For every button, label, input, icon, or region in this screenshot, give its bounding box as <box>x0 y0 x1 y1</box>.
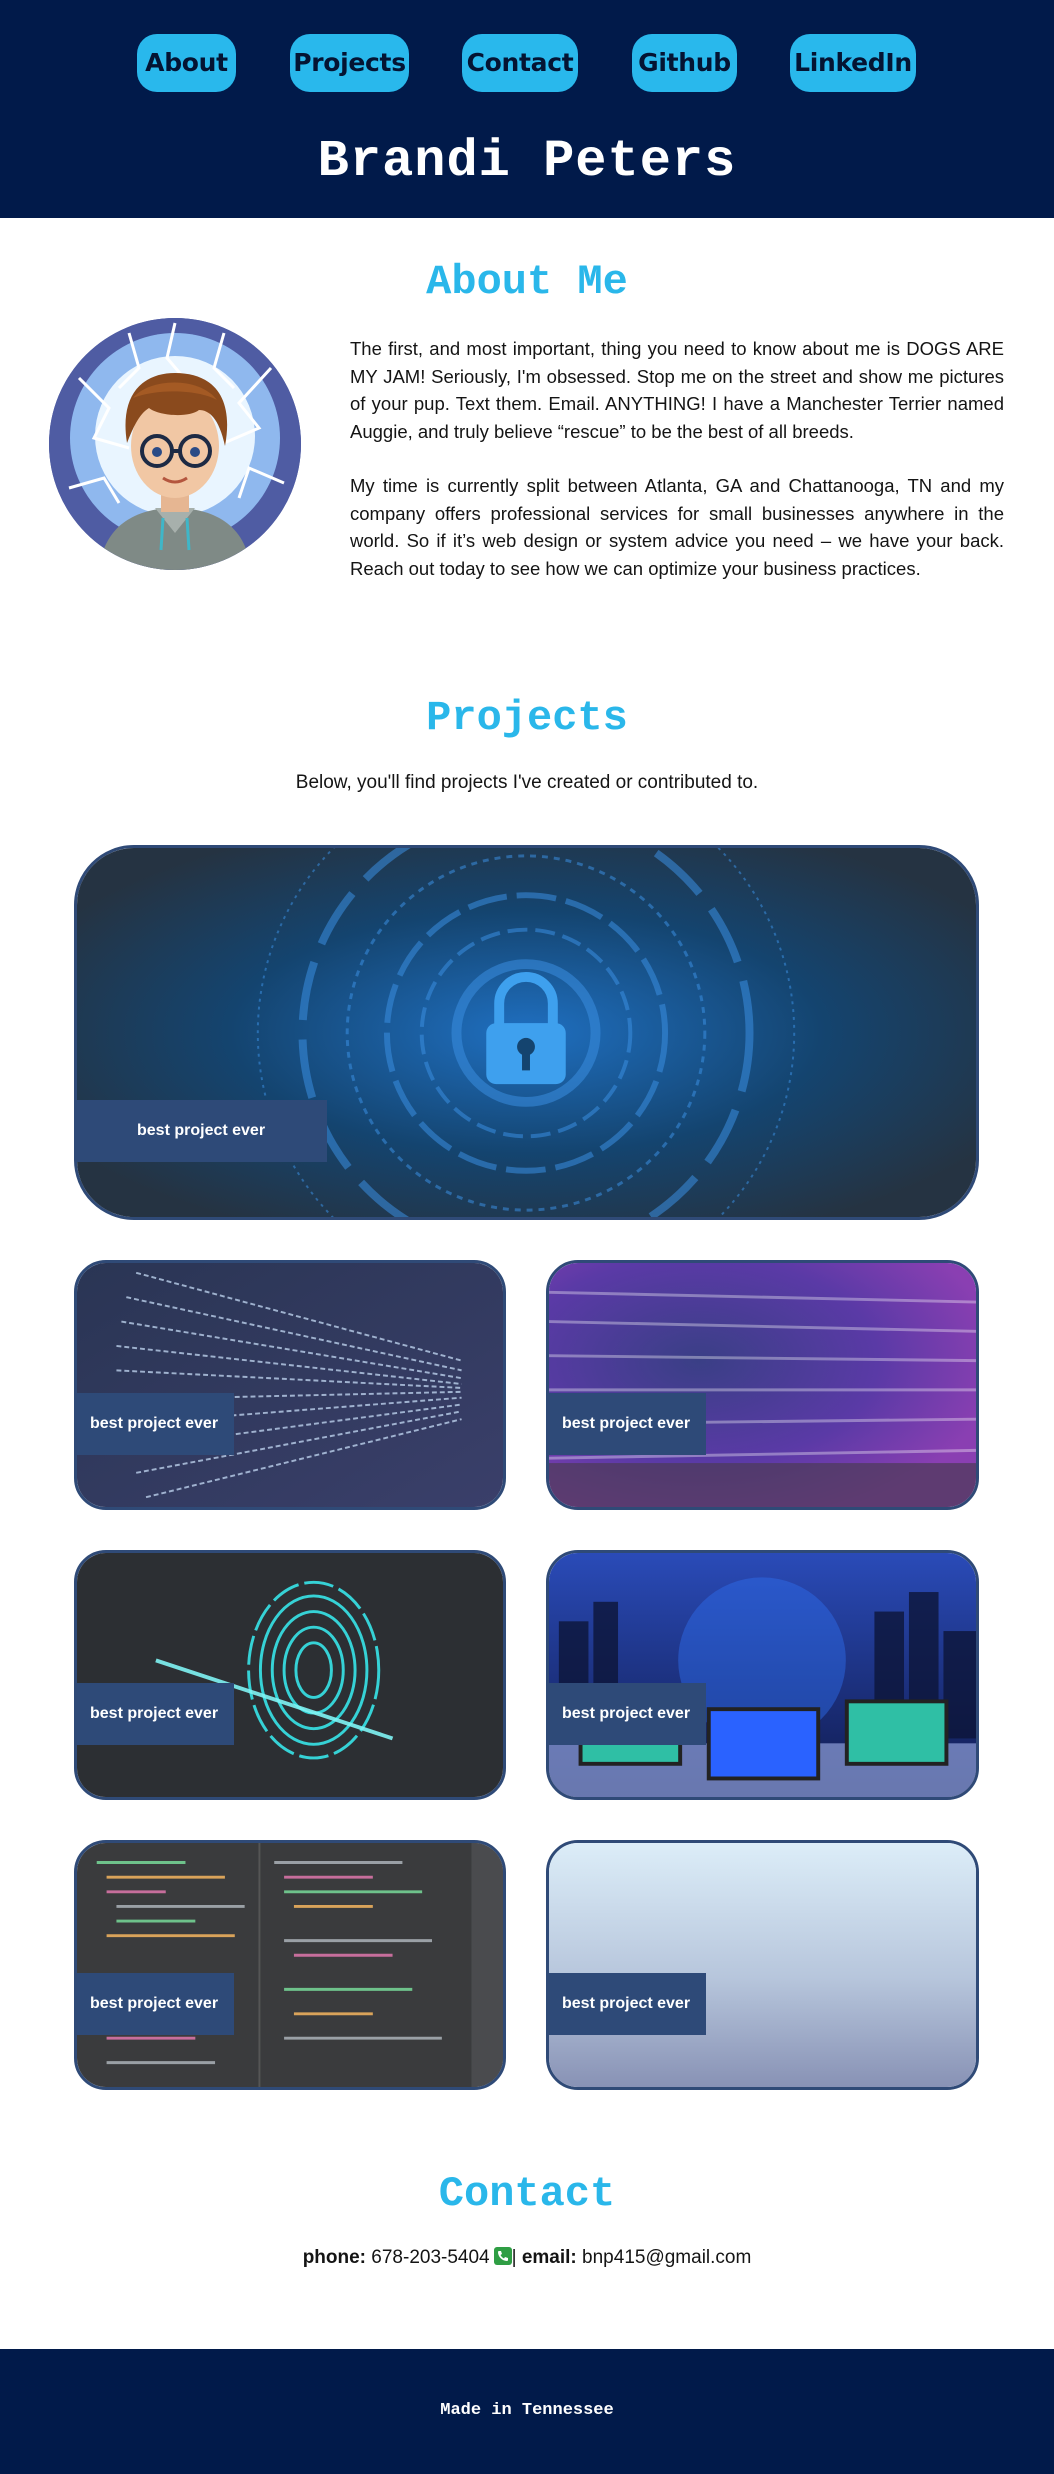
project-card[interactable]: best project ever <box>74 845 979 1220</box>
project-card-label: best project ever <box>77 1100 327 1162</box>
projects-title: Projects <box>426 694 628 742</box>
site-footer: Made in Tennessee <box>0 2349 1054 2474</box>
footer-text: Made in Tennessee <box>440 2401 614 2420</box>
project-card[interactable]: best project ever <box>74 1840 506 2090</box>
about-paragraph: My time is currently split between Atlan… <box>350 475 1004 579</box>
phone-label: phone: <box>302 2247 367 2268</box>
project-card[interactable]: best project ever <box>74 1550 506 1800</box>
contact-line: phone: 678-203-5404 | email: bnp415@gmail… <box>0 2247 1054 2269</box>
nav-about-button[interactable]: About <box>137 34 236 92</box>
project-card[interactable]: best project ever <box>74 1260 506 1510</box>
site-name: Brandi Peters <box>317 132 737 191</box>
email-label: email: <box>521 2247 577 2268</box>
nav-linkedin-button[interactable]: LinkedIn <box>790 34 916 92</box>
project-card-label: best project ever <box>549 1973 706 2035</box>
fingerprint-image <box>77 1553 503 1797</box>
nav-projects-button[interactable]: Projects <box>290 34 409 92</box>
project-card[interactable]: best project ever <box>546 1840 979 2090</box>
about-text: The first, and most important, thing you… <box>350 335 1004 609</box>
project-card-label: best project ever <box>549 1683 706 1745</box>
nav-contact-button[interactable]: Contact <box>462 34 578 92</box>
phone-number[interactable]: 678-203-5404 <box>371 2247 489 2268</box>
about-title: About Me <box>426 258 628 306</box>
main-nav: About Projects Contact Github LinkedIn <box>0 34 1054 92</box>
projects-intro: Below, you'll find projects I've created… <box>295 772 759 793</box>
code-editor-image <box>77 1843 503 2087</box>
email-address[interactable]: bnp415@gmail.com <box>582 2247 751 2268</box>
project-card-label: best project ever <box>77 1393 234 1455</box>
contact-title: Contact <box>438 2170 616 2218</box>
data-stream-image <box>77 1263 503 1507</box>
nav-github-button[interactable]: Github <box>632 34 737 92</box>
site-header: About Projects Contact Github LinkedIn B… <box>0 0 1054 218</box>
project-card-label: best project ever <box>77 1683 234 1745</box>
purple-code-image <box>549 1263 976 1507</box>
project-card-label: best project ever <box>549 1393 706 1455</box>
gradient-image <box>549 1843 976 2087</box>
phone-icon <box>493 2247 512 2265</box>
contact-separator: | <box>511 2247 517 2268</box>
project-card[interactable]: best project ever <box>546 1260 979 1510</box>
city-monitors-image <box>549 1553 976 1797</box>
avatar <box>49 318 301 570</box>
project-card-label: best project ever <box>77 1973 234 2035</box>
about-paragraph: The first, and most important, thing you… <box>350 338 1004 442</box>
project-card[interactable]: best project ever <box>546 1550 979 1800</box>
